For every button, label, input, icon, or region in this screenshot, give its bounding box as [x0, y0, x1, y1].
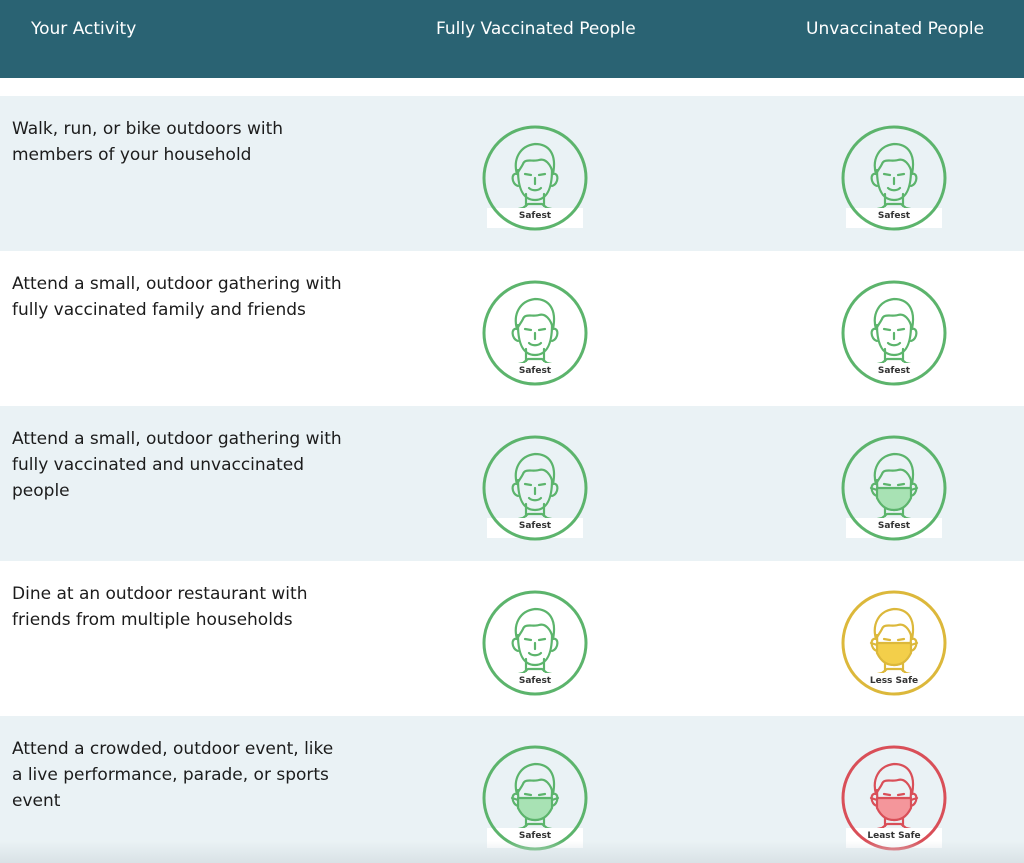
safety-level-label: Less Safe: [870, 676, 918, 686]
safety-level-label: Safest: [519, 521, 552, 531]
safety-icon: Safest: [481, 589, 589, 697]
safety-level-label: Safest: [519, 831, 552, 841]
safest-person-icon: Safest: [482, 590, 588, 696]
safety-level-label: Safest: [519, 676, 552, 686]
safest-person-icon: Safest: [841, 280, 947, 386]
table-row: Attend a small, outdoor gathering with f…: [0, 406, 1024, 561]
table-body: Walk, run, or bike outdoors with members…: [0, 96, 1024, 863]
safest-person-icon: Safest: [482, 435, 588, 541]
safety-level-label: Safest: [519, 366, 552, 376]
safest-person-icon: Safest: [482, 280, 588, 386]
less-safe-person-icon: Less Safe: [841, 590, 947, 696]
safest-person-icon: Safest: [482, 125, 588, 231]
safety-icon: Safest: [840, 279, 948, 387]
activity-text: Attend a small, outdoor gathering with f…: [12, 274, 342, 320]
table-header: Your Activity Fully Vaccinated People Un…: [0, 0, 1024, 78]
activity-text: Attend a small, outdoor gathering with f…: [12, 429, 342, 501]
safety-icon: Safest: [481, 124, 589, 232]
safety-icon: Less Safe: [840, 589, 948, 697]
safety-icon: Safest: [481, 279, 589, 387]
safest-person-icon: Safest: [841, 125, 947, 231]
table-row: Attend a small, outdoor gathering with f…: [0, 251, 1024, 406]
safety-icon: Safest: [840, 434, 948, 542]
safety-level-label: Least Safe: [867, 831, 920, 841]
safety-level-label: Safest: [878, 366, 911, 376]
header-fully-vaccinated: Fully Vaccinated People: [436, 19, 636, 39]
safety-icon: Safest: [481, 744, 589, 852]
least-safe-person-icon: Least Safe: [841, 745, 947, 851]
activity-text: Attend a crowded, outdoor event, like a …: [12, 739, 334, 811]
safest-person-icon: Safest: [841, 435, 947, 541]
activity-text: Walk, run, or bike outdoors with members…: [12, 119, 284, 165]
safety-level-label: Safest: [878, 211, 911, 221]
table-row: Walk, run, or bike outdoors with members…: [0, 96, 1024, 251]
safety-level-label: Safest: [519, 211, 552, 221]
table-row: Dine at an outdoor restaurant with frien…: [0, 561, 1024, 716]
header-unvaccinated: Unvaccinated People: [806, 19, 985, 39]
safety-icon: Least Safe: [840, 744, 948, 852]
table-row: Attend a crowded, outdoor event, like a …: [0, 716, 1024, 863]
header-your-activity: Your Activity: [31, 19, 137, 39]
safety-level-label: Safest: [878, 521, 911, 531]
safety-icon: Safest: [481, 434, 589, 542]
activity-text: Dine at an outdoor restaurant with frien…: [12, 584, 308, 630]
activity-safety-table: Your Activity Fully Vaccinated People Un…: [0, 0, 1024, 863]
safety-icon: Safest: [840, 124, 948, 232]
safest-person-icon: Safest: [482, 745, 588, 851]
